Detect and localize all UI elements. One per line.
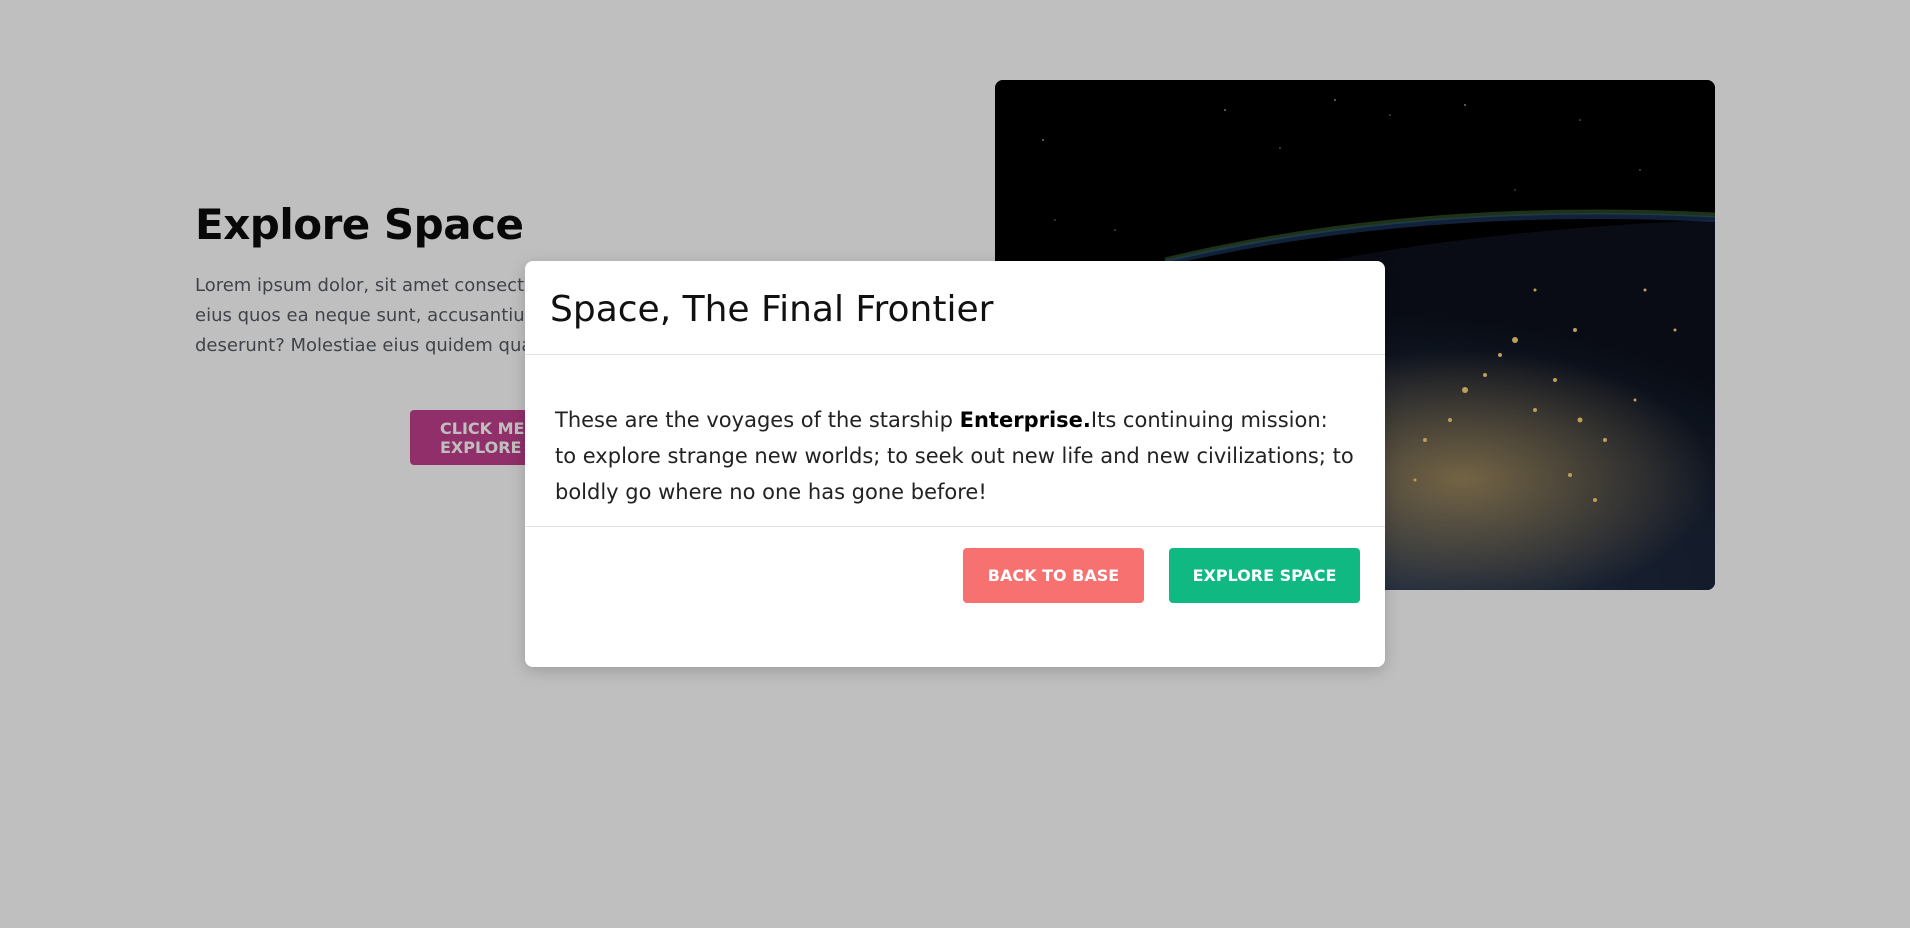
dialog-message-intro: These are the voyages of the starship [555,408,960,432]
dialog-message: These are the voyages of the starship En… [555,402,1355,510]
explore-space-button[interactable]: EXPLORE SPACE [1169,548,1360,603]
dialog: Space, The Final Frontier These are the … [525,261,1385,667]
dialog-header: Space, The Final Frontier [525,261,1385,355]
dialog-footer: BACK TO BASE EXPLORE SPACE [525,527,1385,667]
starship-name: Enterprise. [959,408,1091,432]
back-to-base-button[interactable]: BACK TO BASE [963,548,1144,603]
dialog-body: These are the voyages of the starship En… [525,355,1385,527]
dialog-title: Space, The Final Frontier [550,289,994,330]
